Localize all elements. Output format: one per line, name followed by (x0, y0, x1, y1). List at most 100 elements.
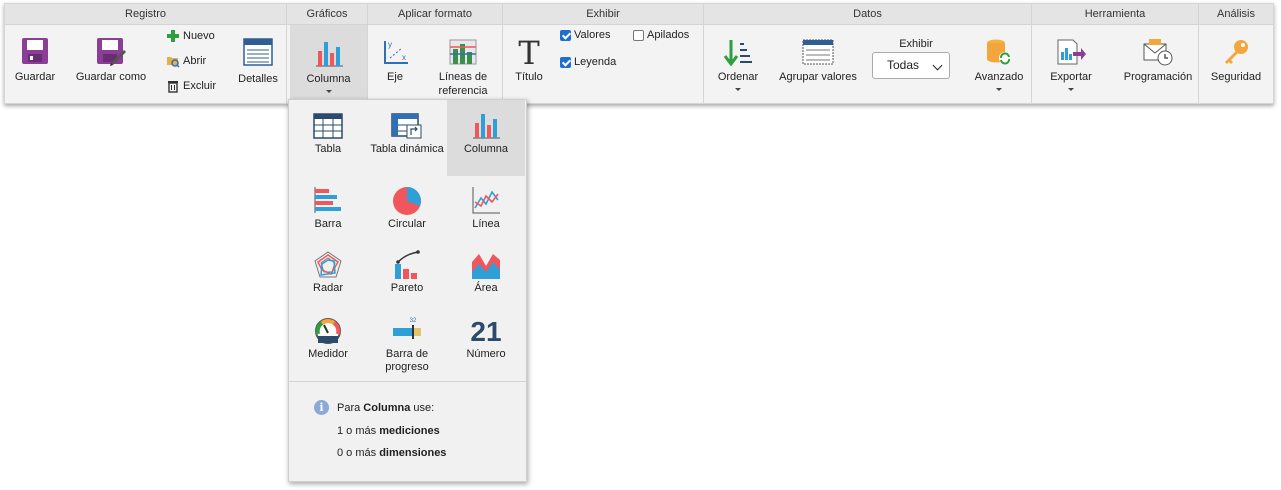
pivot-table-icon (391, 113, 422, 139)
progress-value-text: 32 (410, 318, 417, 324)
chart-type-columna[interactable]: Columna (447, 100, 525, 176)
info-text: 0 o más (337, 447, 380, 459)
group-title-graficos: Gráficos (287, 4, 367, 25)
lineas-referencia-label: Líneas de referencia (438, 71, 488, 97)
exhibir-select[interactable]: Todas (872, 52, 950, 79)
excluir-button[interactable]: Excluir (166, 79, 216, 93)
chevron-down-icon (325, 90, 332, 93)
export-icon (1057, 39, 1086, 65)
chart-type-area[interactable]: Área (447, 250, 525, 310)
number-icon: 21 (470, 316, 501, 344)
detalles-button[interactable]: Detalles (233, 38, 283, 86)
chart-type-barra-progreso[interactable]: 32 Barra de progreso (368, 316, 446, 376)
guardar-button[interactable]: Guardar (10, 36, 60, 84)
chevron-down-icon (735, 88, 741, 91)
radar-chart-icon (314, 251, 342, 278)
chart-type-circular[interactable]: Circular (368, 186, 446, 246)
group-datos: Datos Ordenar Agrupar valores Exhibir To… (704, 4, 1032, 103)
valores-checkbox[interactable]: Valores (560, 29, 610, 41)
column-chart-icon (473, 114, 500, 139)
group-registro: Registro Guardar Guardar como Nuevo Abri… (5, 4, 287, 103)
exportar-label: Exportar (1050, 71, 1092, 83)
table-icon (313, 113, 343, 139)
group-title-analisis: Análisis (1199, 4, 1273, 25)
agrupar-valores-label: Agrupar valores (779, 71, 857, 83)
floppy-disk-icon (22, 38, 48, 64)
agrupar-valores-button[interactable]: Agrupar valores (774, 38, 862, 84)
chart-type-dropdown: Tabla Tabla dinámica Columna Barra Circu… (288, 99, 527, 482)
programacion-button[interactable]: Programación (1120, 38, 1196, 84)
info-line-1: Para Columna use: (337, 402, 434, 414)
leyenda-check-icon[interactable] (560, 56, 571, 68)
column-chart-icon (315, 42, 343, 67)
chart-type-tabla[interactable]: Tabla (289, 100, 367, 176)
ribbon-toolbar: Registro Guardar Guardar como Nuevo Abri… (4, 3, 1274, 104)
chart-type-label: Tabla dinámica (370, 143, 444, 155)
chart-type-barra[interactable]: Barra (289, 186, 367, 246)
schedule-mail-icon (1143, 39, 1173, 66)
seguridad-label: Seguridad (1210, 71, 1262, 83)
titulo-button[interactable]: T Título (509, 38, 549, 84)
columna-button[interactable]: Columna (290, 25, 367, 104)
chart-type-radar[interactable]: Radar (289, 250, 367, 310)
info-text: 1 o más (337, 425, 380, 437)
group-title-datos: Datos (704, 4, 1031, 25)
number-value-text: 21 (470, 316, 501, 344)
apilados-label: Apilados (647, 29, 690, 41)
lineas-referencia-button[interactable]: Líneas de referencia (428, 38, 498, 98)
group-values-icon (802, 39, 834, 65)
valores-check-icon[interactable] (560, 29, 571, 41)
group-herramienta: Herramienta Exportar Programación (1032, 4, 1199, 103)
columna-button-inner: Columna (290, 39, 367, 93)
details-table-icon (243, 38, 273, 66)
apilados-checkbox[interactable]: Apilados (633, 29, 689, 41)
chart-type-tabla-dinamica[interactable]: Tabla dinámica (368, 100, 446, 176)
chart-type-label: Radar (313, 282, 343, 294)
ordenar-button[interactable]: Ordenar (709, 38, 767, 91)
seguridad-button[interactable]: Seguridad (1203, 38, 1269, 84)
chart-type-label: Medidor (308, 348, 348, 360)
info-text-bold: mediciones (379, 425, 440, 437)
guardar-como-button[interactable]: Guardar como (71, 36, 151, 84)
axis-icon: y x (384, 40, 408, 64)
eje-button[interactable]: y x Eje (374, 38, 416, 84)
database-refresh-icon (987, 39, 1011, 65)
guardar-label: Guardar (14, 71, 56, 83)
group-title-registro: Registro (5, 4, 286, 25)
avanzado-label: Avanzado (974, 71, 1024, 83)
pareto-chart-icon (395, 250, 420, 279)
group-formato: Aplicar formato y x Eje Líneas de refere… (368, 4, 503, 103)
open-folder-icon (167, 57, 180, 68)
nuevo-label: Nuevo (183, 30, 215, 42)
chart-type-pareto[interactable]: Pareto (368, 250, 446, 310)
apilados-check-icon[interactable] (633, 29, 644, 41)
nuevo-button[interactable]: Nuevo (166, 29, 215, 43)
info-text: Para (337, 402, 364, 414)
plus-icon (167, 30, 179, 42)
info-line-2: 1 o más mediciones (337, 425, 440, 437)
chart-type-medidor[interactable]: Medidor (289, 316, 367, 376)
abrir-button[interactable]: Abrir (166, 54, 206, 68)
exhibir-datos-label: Exhibir (899, 38, 933, 50)
gauge-icon (315, 318, 341, 344)
reference-lines-icon (449, 39, 477, 65)
chart-type-label: Circular (388, 218, 426, 230)
chevron-down-icon (996, 88, 1002, 91)
eje-label: Eje (387, 71, 403, 83)
exportar-button[interactable]: Exportar (1042, 38, 1100, 91)
group-title-exhibir: Exhibir (503, 4, 703, 25)
chart-type-label: Línea (472, 218, 500, 230)
valores-label: Valores (574, 29, 611, 41)
avanzado-button[interactable]: Avanzado (969, 38, 1029, 91)
group-title-formato: Aplicar formato (368, 4, 502, 25)
leyenda-checkbox[interactable]: Leyenda (560, 56, 616, 68)
sort-icon (723, 40, 752, 66)
group-analisis: Análisis Seguridad (1199, 4, 1273, 103)
chart-type-linea[interactable]: Línea (447, 186, 525, 246)
chart-type-numero[interactable]: 21 Número (447, 316, 525, 376)
columna-label: Columna (306, 73, 351, 85)
dropdown-separator (289, 381, 526, 382)
abrir-label: Abrir (183, 55, 207, 67)
key-icon (1225, 40, 1248, 64)
ordenar-label: Ordenar (717, 71, 759, 83)
